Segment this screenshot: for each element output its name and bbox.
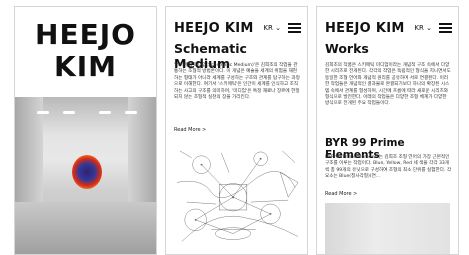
page-title: Works [325, 41, 369, 56]
hero-title-line1: HEEJO [35, 18, 136, 51]
chevron-down-icon: ⌄ [275, 24, 281, 32]
read-more-link[interactable]: Read More > [174, 127, 206, 133]
phone-screen-works: HEEJO KIM KR ⌄ Works 김희조의 작품은 스키매틱 미디엄이라… [316, 6, 459, 255]
hamburger-menu-icon[interactable] [439, 23, 452, 33]
language-selector[interactable]: KR ⌄ [263, 24, 281, 32]
language-label: KR [263, 24, 273, 32]
language-selector[interactable]: KR ⌄ [414, 24, 432, 32]
work-description: BYR 99 Prime Elements는 김희조 조형 언어의 가장 근본적… [325, 155, 452, 180]
works-intro-paragraph: 김희조의 작품은 스키매틱 미디엄이라는 개념적 구조 속에서 다양한 시리즈로… [325, 63, 451, 107]
site-header: HEEJO KIM KR ⌄ [325, 21, 452, 37]
brand-logo[interactable]: HEEJO KIM [174, 21, 254, 36]
site-header: HEEJO KIM KR ⌄ [174, 21, 301, 37]
gallery-image [15, 97, 156, 254]
intro-paragraph: '스키매틱 미디엄(Schematic Medium)'은 김희조의 작업을 관… [174, 63, 300, 101]
brand-logo[interactable]: HEEJO KIM [325, 21, 405, 36]
phone-screen-home: HEEJO KIM [14, 6, 157, 255]
phone-screen-schematic-medium: HEEJO KIM KR ⌄ Schematic Medium '스키매틱 미디… [165, 6, 308, 255]
hero-title-line2: KIM [54, 50, 117, 83]
chevron-down-icon: ⌄ [426, 24, 432, 32]
hamburger-menu-icon[interactable] [288, 23, 301, 33]
hero-title[interactable]: HEEJO KIM [15, 19, 156, 83]
circular-artwork [72, 155, 102, 189]
schematic-diagram-image [176, 150, 299, 242]
language-label: KR [414, 24, 424, 32]
work-thumbnail-image[interactable] [325, 203, 450, 254]
read-more-link[interactable]: Read More > [325, 191, 357, 197]
